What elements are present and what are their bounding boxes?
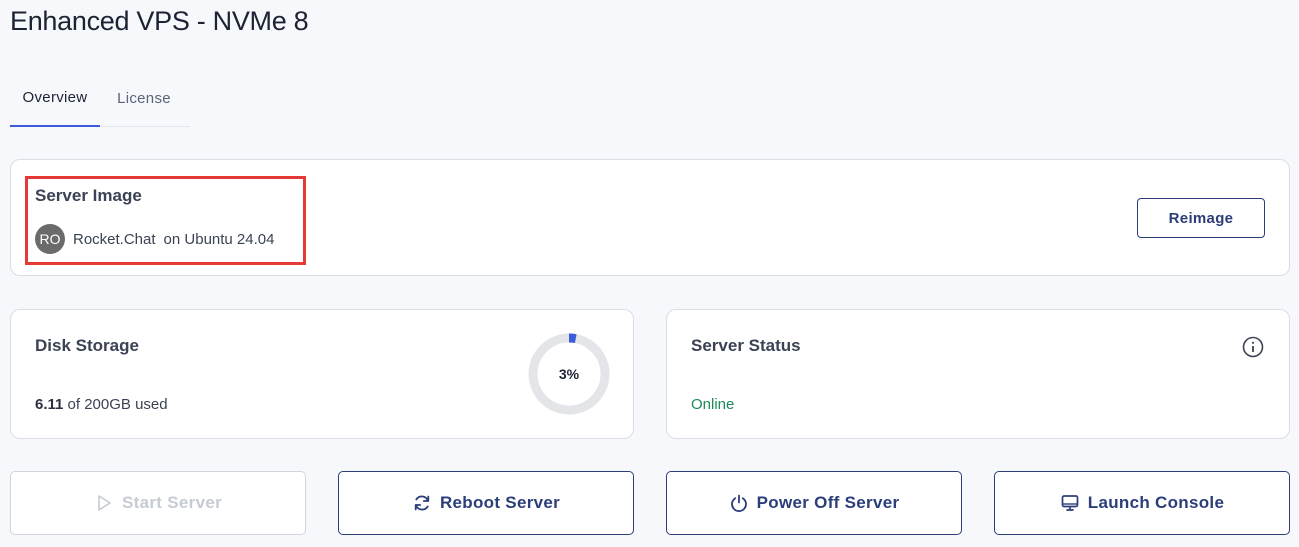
server-image-title: Server Image [35,186,142,205]
power-icon [730,494,747,512]
server-status-value: Online [691,396,735,413]
tab-license[interactable]: License [106,70,182,127]
start-server-button[interactable]: Start Server [10,471,306,535]
disk-storage-card: Disk Storage 6.11 of 200GB used 3% [10,309,634,439]
server-status-title: Server Status [691,336,801,355]
avatar: RO [35,224,65,254]
image-os: on Ubuntu 24.04 [163,230,275,248]
disk-percent-label: 3% [558,366,580,382]
server-status-card: Server Status Online [666,309,1290,439]
reimage-button[interactable]: Reimage [1137,198,1265,238]
launch-console-button[interactable]: Launch Console [994,471,1290,535]
reboot-server-button[interactable]: Reboot Server [338,471,634,535]
play-icon [98,495,111,511]
tab-bar: Overview License [10,70,190,127]
tab-overview[interactable]: Overview [10,70,100,127]
info-icon[interactable] [1242,336,1264,358]
monitor-icon [1061,495,1079,511]
reboot-server-label: Reboot Server [439,493,561,512]
server-image-card: Server Image RO Rocket.Chat on Ubuntu 24… [10,159,1290,276]
disk-used-value: 6.11 [35,396,64,413]
launch-console-label: Launch Console [1087,493,1225,512]
start-server-label: Start Server [122,493,222,512]
disk-usage: 6.11 of 200GB used [35,396,168,413]
power-off-server-label: Power Off Server [756,493,900,512]
image-name: Rocket.Chat [73,230,156,248]
refresh-icon [414,495,430,511]
server-image-row: RO Rocket.Chat on Ubuntu 24.04 [35,224,274,254]
page-title: Enhanced VPS - NVMe 8 [10,6,309,36]
power-off-server-button[interactable]: Power Off Server [666,471,962,535]
disk-total-text: of 200GB used [63,396,168,413]
disk-storage-title: Disk Storage [35,336,139,355]
